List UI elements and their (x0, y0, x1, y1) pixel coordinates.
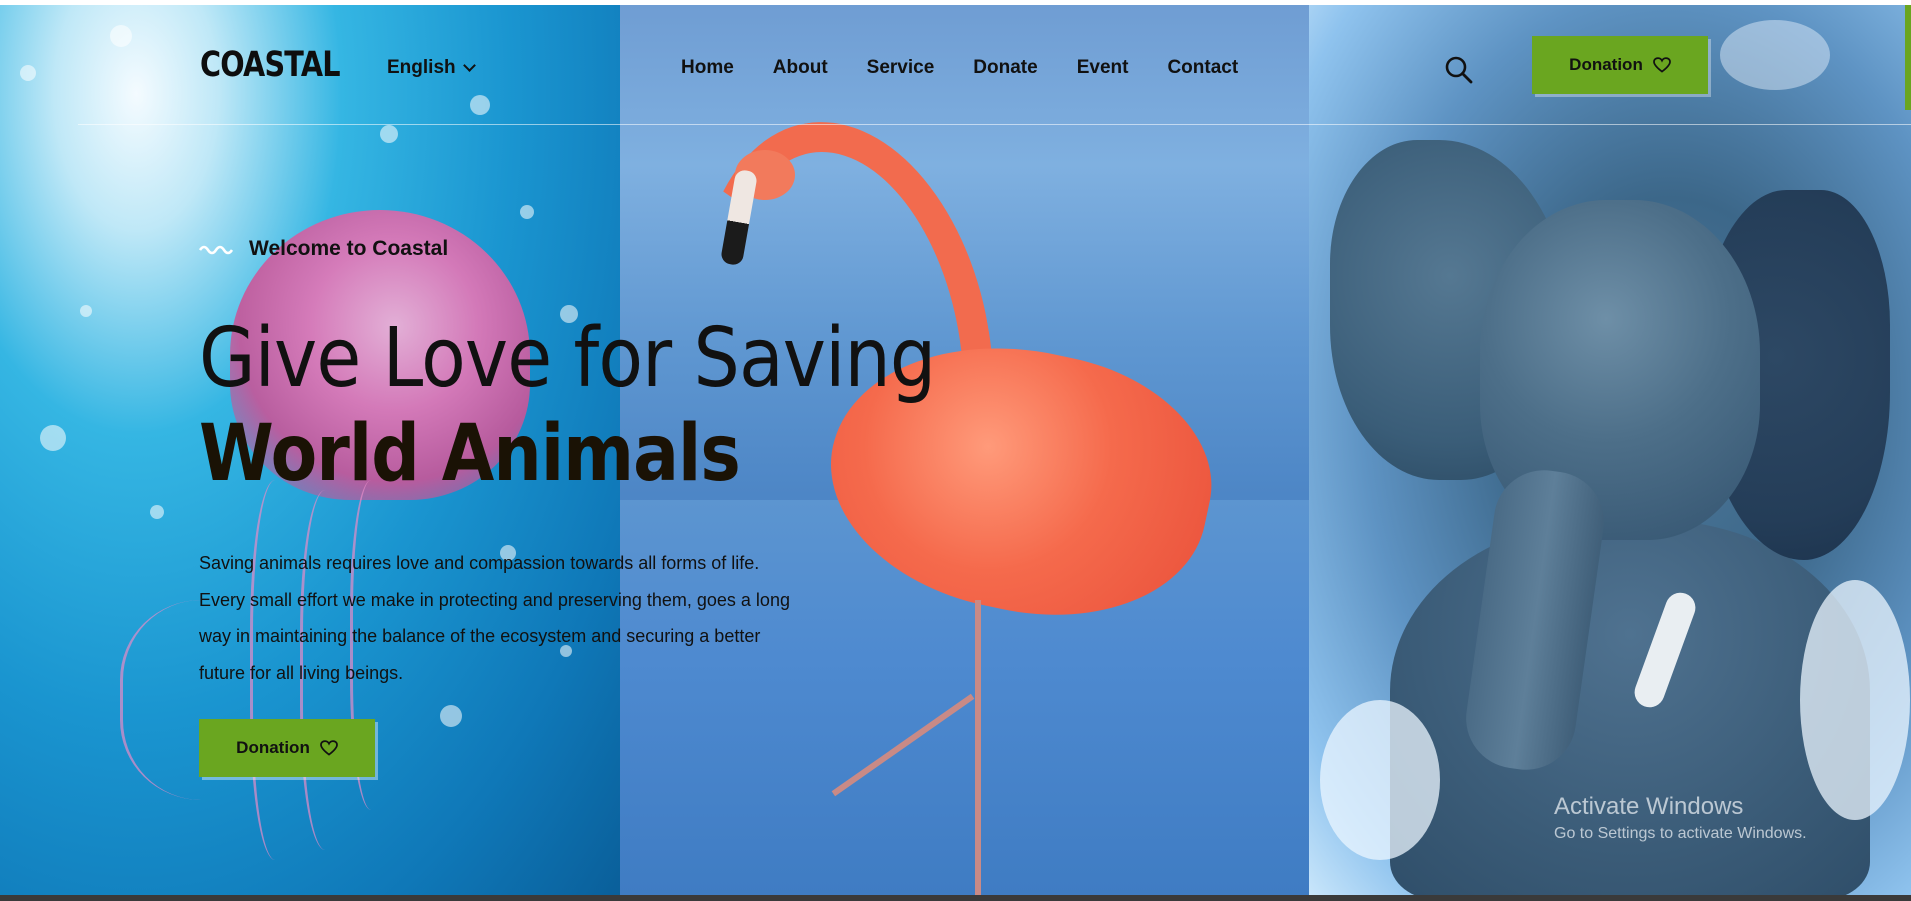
nav-contact[interactable]: Contact (1167, 57, 1238, 79)
hero-title-line-1: Give Love for Saving (199, 311, 936, 406)
watermark-subtitle: Go to Settings to activate Windows. (1554, 825, 1807, 842)
hero-description-line: way in maintaining the balance of the ec… (199, 626, 761, 646)
watermark-title: Activate Windows (1554, 793, 1744, 820)
main-nav: Home About Service Donate Event Contact (681, 57, 1238, 79)
hero-description: Saving animals requires love and compass… (199, 545, 859, 691)
site-header: COASTAL English Home About Service Donat… (0, 5, 1911, 125)
language-selector[interactable]: English (387, 57, 476, 79)
header-divider (78, 124, 1911, 125)
bottom-edge (0, 895, 1911, 901)
nav-home[interactable]: Home (681, 57, 734, 79)
hero-description-line: Saving animals requires love and compass… (199, 553, 760, 573)
wave-icon (199, 245, 234, 255)
windows-activation-watermark: Activate Windows Go to Settings to activ… (1554, 793, 1807, 843)
chevron-down-icon (462, 59, 476, 72)
nav-service[interactable]: Service (867, 57, 935, 79)
language-label: English (387, 57, 456, 78)
hero-description-line: Every small effort we make in protecting… (199, 589, 790, 610)
page: COASTAL English Home About Service Donat… (0, 0, 1911, 901)
hero-eyebrow-text: Welcome to Coastal (249, 237, 449, 260)
search-icon (1445, 56, 1473, 84)
hero-donation-button[interactable]: Donation (199, 719, 375, 777)
header-donation-button[interactable]: Donation (1532, 36, 1708, 94)
nav-donate[interactable]: Donate (973, 57, 1037, 79)
donation-button-label: Donation (1569, 55, 1643, 74)
donation-button-label: Donation (236, 738, 310, 757)
heart-icon (1652, 57, 1671, 73)
logo[interactable]: COASTAL (200, 45, 341, 85)
hero-eyebrow: Welcome to Coastal (199, 237, 448, 261)
hero-title-line-2: World Animals (199, 409, 741, 499)
nav-about[interactable]: About (773, 57, 828, 79)
heart-icon (319, 740, 338, 756)
search-button[interactable] (1444, 55, 1474, 85)
hero-description-line: future for all living beings. (199, 662, 404, 683)
nav-event[interactable]: Event (1077, 57, 1129, 79)
